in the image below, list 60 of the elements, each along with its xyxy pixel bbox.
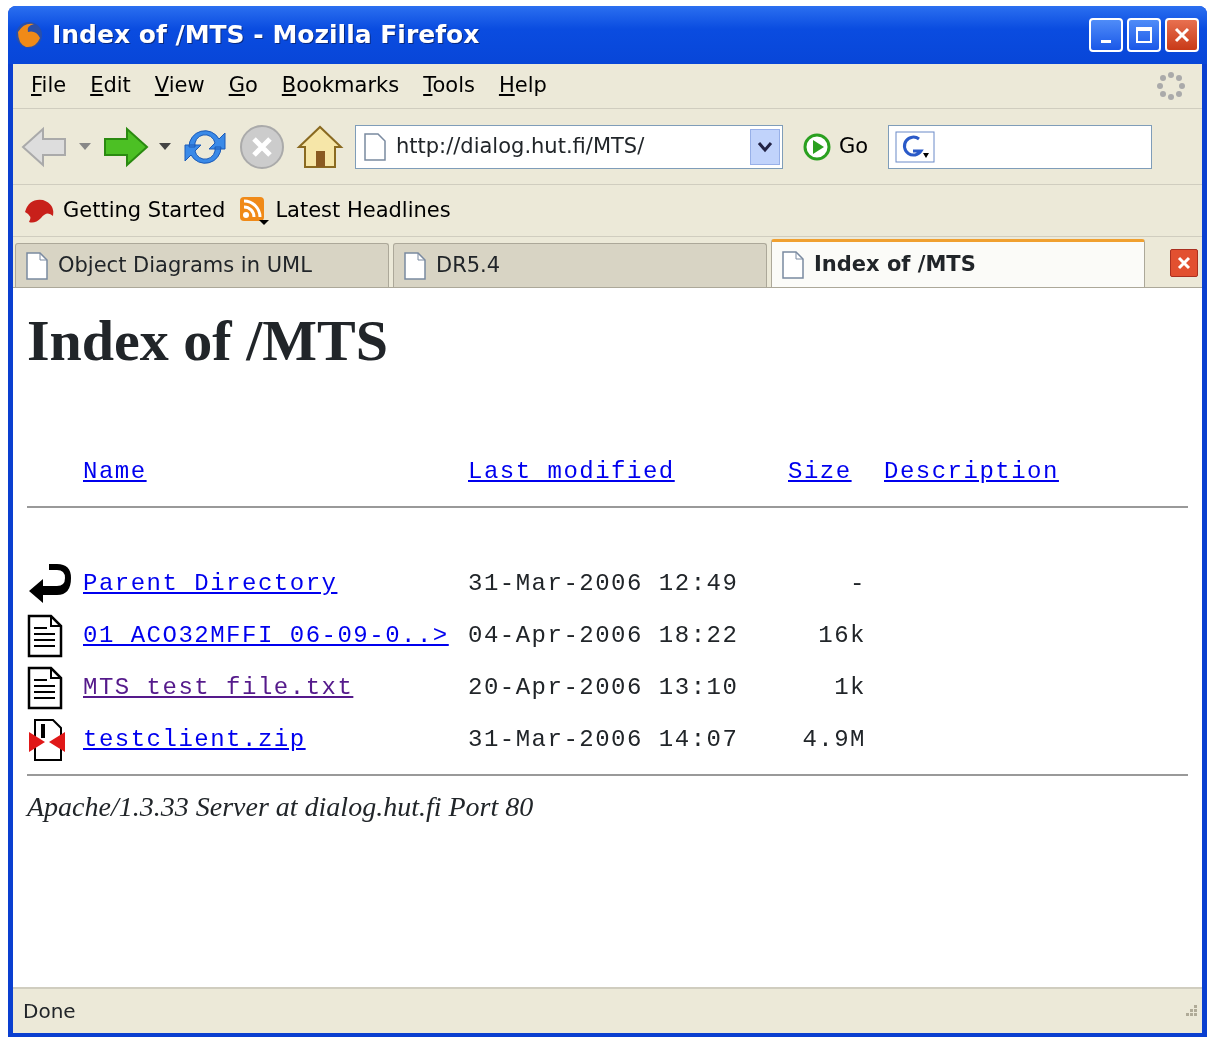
document-icon xyxy=(27,665,63,710)
file-link[interactable]: MTS test file.txt xyxy=(83,669,354,706)
file-link[interactable]: Parent Directory xyxy=(83,565,338,602)
tab[interactable]: Index of /MTS xyxy=(771,239,1145,287)
file-size: - xyxy=(850,568,867,599)
modified-date: 31-Mar-2006 12:49 xyxy=(468,568,740,599)
document-icon xyxy=(27,613,63,658)
column-header-link[interactable]: Size xyxy=(788,453,852,490)
firefox-icon xyxy=(14,20,44,50)
minimize-icon xyxy=(1101,39,1111,43)
search-field[interactable] xyxy=(888,124,1153,169)
column-header-link[interactable]: Description xyxy=(884,453,1059,490)
close-button[interactable] xyxy=(1165,18,1199,52)
tab[interactable]: Object Diagrams in UML xyxy=(15,243,389,287)
bookmark-link[interactable]: Getting Started xyxy=(23,194,226,227)
return-arrow-icon xyxy=(27,562,71,605)
page-icon xyxy=(26,251,48,280)
column-header-link[interactable]: Name xyxy=(83,453,147,490)
minimize-button[interactable] xyxy=(1089,18,1123,52)
tab[interactable]: DR5.4 xyxy=(393,243,767,287)
menu-item[interactable]: Edit xyxy=(78,70,143,102)
menu-item[interactable]: Help xyxy=(486,70,559,102)
close-icon xyxy=(1176,255,1192,271)
page-icon xyxy=(782,250,804,279)
caret-icon[interactable] xyxy=(159,142,171,151)
page-icon xyxy=(364,132,386,161)
file-size: 1k xyxy=(834,672,867,703)
modified-date: 20-Apr-2006 13:10 xyxy=(468,672,740,703)
menu-item[interactable]: View xyxy=(142,70,217,102)
feed-icon xyxy=(239,195,270,226)
server-signature: Apache/1.3.33 Server at dialog.hut.fi Port 80 xyxy=(27,789,535,824)
archive-icon xyxy=(27,717,67,762)
window-title: Index of /MTS - Mozilla Firefox xyxy=(52,19,480,52)
file-size: 16k xyxy=(818,620,867,651)
menu-item[interactable]: Bookmarks xyxy=(269,70,412,102)
play-icon xyxy=(803,132,831,161)
file-size: 4.9M xyxy=(802,724,867,755)
address-bar[interactable]: http://dialog.hut.fi/MTS/ xyxy=(355,124,783,169)
maximize-button[interactable] xyxy=(1127,18,1161,52)
page-icon xyxy=(404,251,426,280)
go-button[interactable]: Go xyxy=(793,130,879,163)
forward-arrow-icon[interactable] xyxy=(101,124,149,169)
maximize-icon xyxy=(1135,26,1153,44)
dropdown-button[interactable] xyxy=(750,128,780,165)
page-heading: Index of /MTS xyxy=(27,307,389,375)
throbber-icon xyxy=(1156,71,1186,101)
column-header-link[interactable]: Last modified xyxy=(468,453,675,490)
status-text: Done xyxy=(23,998,76,1025)
file-link[interactable]: testclient.zip xyxy=(83,721,306,758)
close-icon xyxy=(1173,26,1191,44)
modified-date: 31-Mar-2006 14:07 xyxy=(468,724,740,755)
close-tab-button[interactable] xyxy=(1170,249,1198,277)
menu-item[interactable]: Go xyxy=(216,70,270,102)
menu-item[interactable]: File xyxy=(19,70,79,102)
modified-date: 04-Apr-2006 18:22 xyxy=(468,620,740,651)
menu-item[interactable]: Tools xyxy=(411,70,487,102)
file-link[interactable]: 01 ACO32MFFI 06-09-0..> xyxy=(83,617,449,654)
bookmark-link[interactable]: Latest Headlines xyxy=(239,194,451,227)
google-icon xyxy=(895,130,936,163)
chevron-down-icon xyxy=(757,140,773,153)
